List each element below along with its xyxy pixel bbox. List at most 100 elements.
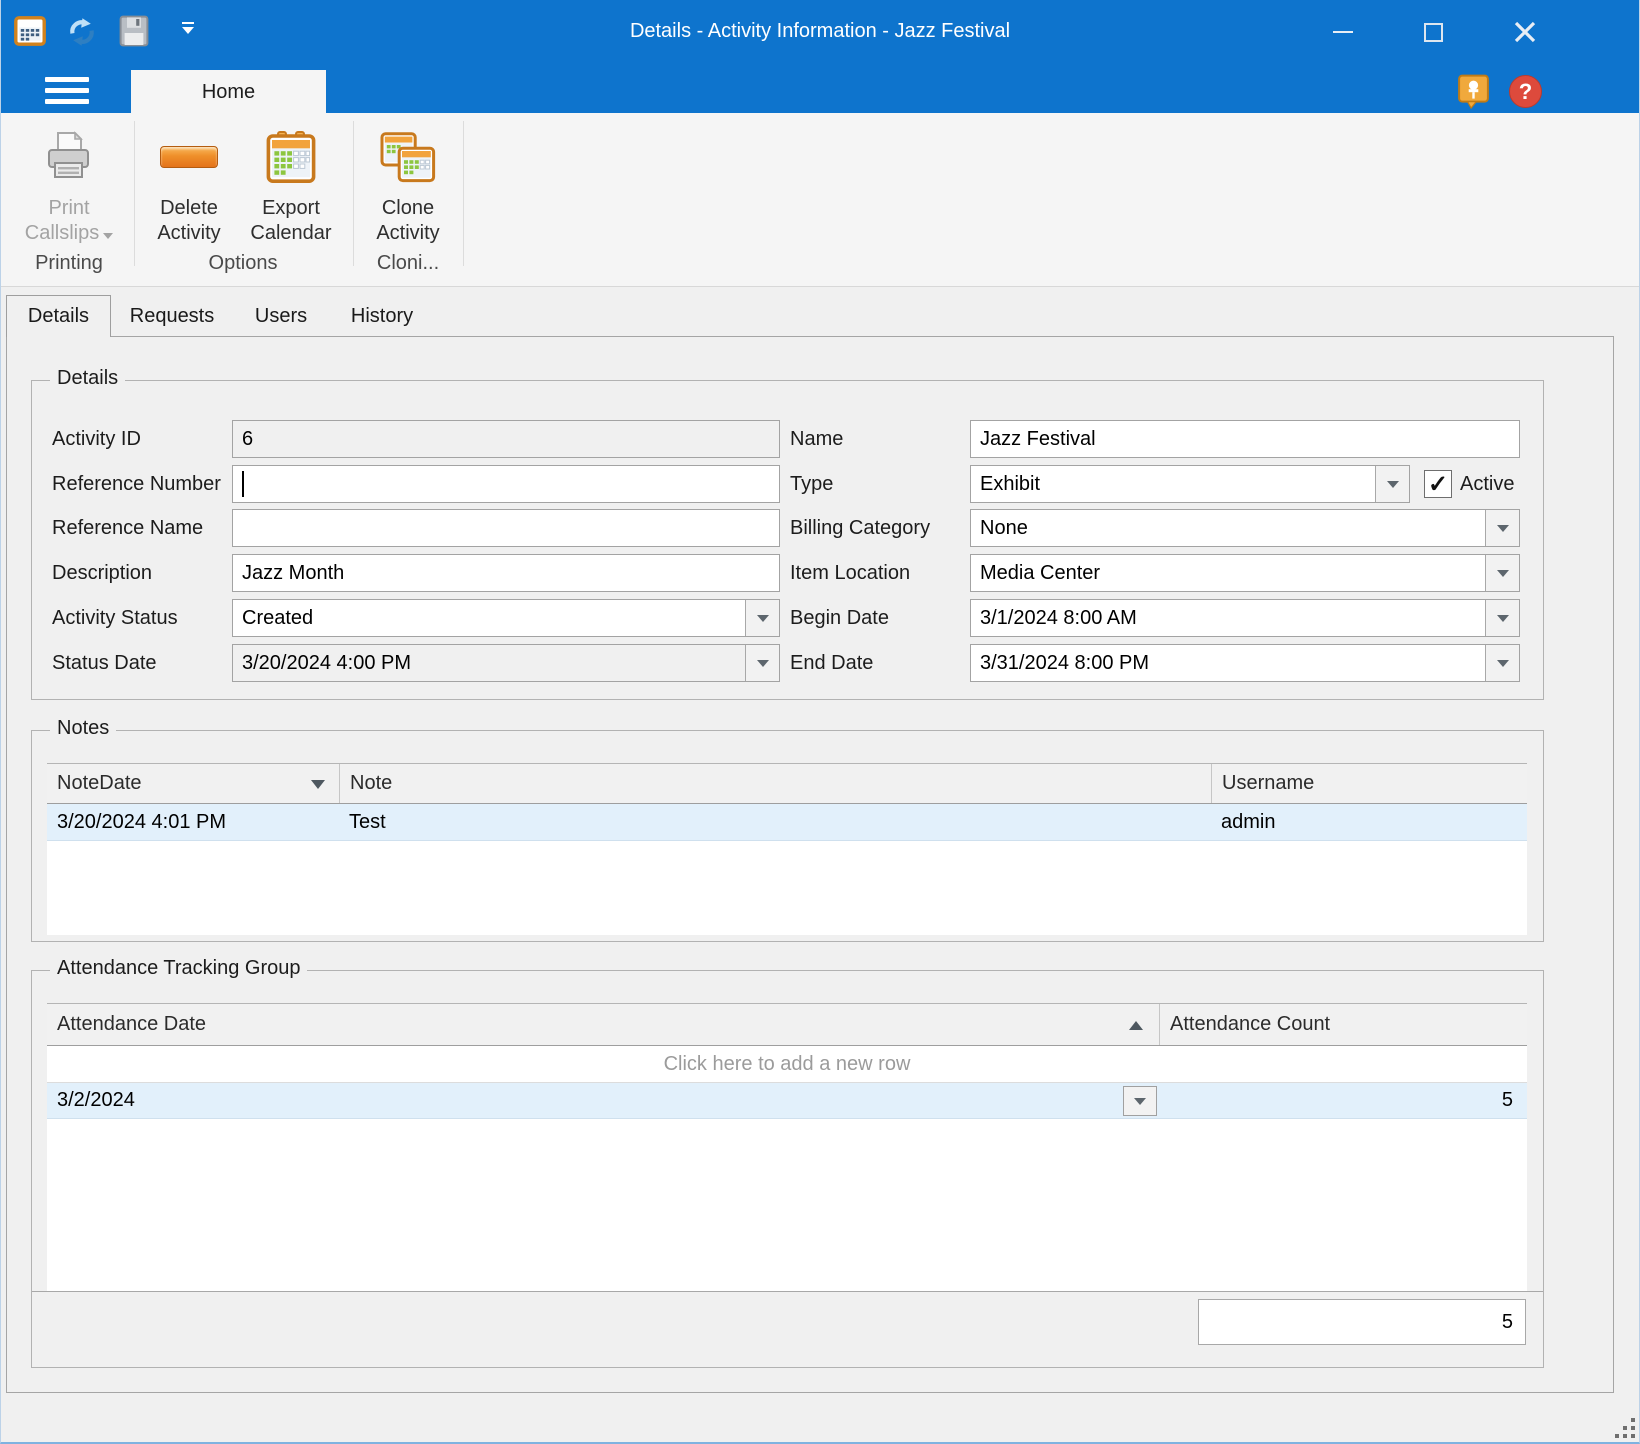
type-combo-dropdown-button[interactable] xyxy=(1375,466,1409,502)
attendance-cell-count[interactable]: 5 xyxy=(1159,1083,1527,1118)
chevron-down-icon xyxy=(1387,481,1399,488)
ribbon-group-cloning: Cloni... xyxy=(365,249,451,277)
help-button[interactable]: ? xyxy=(1509,75,1542,108)
clone-activity-label-line2: Activity xyxy=(365,221,451,246)
tab-users[interactable]: Users xyxy=(231,295,331,337)
billing-category-label: Billing Category xyxy=(790,509,965,547)
billing-category-combo[interactable]: None xyxy=(970,509,1520,547)
details-groupbox: Details Activity ID 6 Name Jazz Festival… xyxy=(31,380,1544,700)
chevron-down-icon xyxy=(757,660,769,667)
reference-name-field[interactable] xyxy=(232,509,780,547)
activity-status-dropdown-button[interactable] xyxy=(745,600,779,636)
print-callslips-label-line1: Print xyxy=(15,196,123,221)
chevron-down-icon xyxy=(1497,660,1509,667)
grid-footer-divider xyxy=(32,1291,1543,1292)
notes-column-username[interactable]: Username xyxy=(1211,764,1527,803)
tab-details[interactable]: Details xyxy=(6,295,111,337)
qat-customize-chevron-icon[interactable] xyxy=(182,22,194,34)
begin-date-dropdown-button[interactable] xyxy=(1485,600,1519,636)
clone-activity-label-line1: Clone xyxy=(365,196,451,221)
maximize-button[interactable] xyxy=(1403,10,1463,54)
attendance-grid: Attendance Date Attendance Count Click h… xyxy=(47,1003,1527,1291)
attendance-row[interactable]: 3/2/2024 5 xyxy=(47,1083,1527,1119)
dropdown-arrow-icon xyxy=(103,233,113,239)
notes-groupbox-legend: Notes xyxy=(50,717,116,740)
undo-redo-icon[interactable] xyxy=(64,15,100,54)
pin-icon[interactable] xyxy=(1457,74,1490,115)
notes-grid-header: NoteDate Note Username xyxy=(47,764,1527,804)
chevron-down-icon xyxy=(1497,525,1509,532)
chevron-down-icon xyxy=(1497,570,1509,577)
description-label: Description xyxy=(52,554,232,592)
ribbon-group-options: Options xyxy=(147,249,339,277)
notes-row[interactable]: 3/20/2024 4:01 PM Test admin xyxy=(47,804,1527,841)
description-field[interactable]: Jazz Month xyxy=(232,554,780,592)
tab-requests[interactable]: Requests xyxy=(113,295,231,337)
notes-column-note[interactable]: Note xyxy=(339,764,1211,803)
status-date-dropdown-button[interactable] xyxy=(745,645,779,681)
ribbon-separator xyxy=(463,121,464,266)
notes-column-notedate[interactable]: NoteDate xyxy=(47,764,339,803)
end-date-picker[interactable]: 3/31/2024 8:00 PM xyxy=(970,644,1520,682)
resize-grip[interactable] xyxy=(1607,1412,1635,1438)
attendance-summary-total: 5 xyxy=(1198,1299,1526,1345)
attendance-date-dropdown-button[interactable] xyxy=(1123,1086,1157,1116)
item-location-dropdown-button[interactable] xyxy=(1485,555,1519,591)
activity-status-combo[interactable]: Created xyxy=(232,599,780,637)
begin-date-picker[interactable]: 3/1/2024 8:00 AM xyxy=(970,599,1520,637)
end-date-label: End Date xyxy=(790,644,965,682)
export-calendar-label-line2: Calendar xyxy=(243,221,339,246)
sort-desc-icon xyxy=(311,780,325,789)
printer-icon xyxy=(15,118,123,196)
ribbon: Print Callslips Printing Delete Activity xyxy=(1,113,1639,287)
export-calendar-icon xyxy=(243,118,339,196)
active-label: Active xyxy=(1460,465,1550,503)
close-icon xyxy=(1514,21,1536,43)
active-checkbox[interactable]: ✓ xyxy=(1424,470,1452,498)
type-label: Type xyxy=(790,465,965,503)
delete-activity-label-line2: Activity xyxy=(147,221,231,246)
save-icon[interactable] xyxy=(119,15,149,52)
reference-number-field[interactable] xyxy=(232,465,780,503)
notes-cell-username[interactable]: admin xyxy=(1211,804,1527,840)
chevron-down-icon xyxy=(1134,1098,1146,1105)
app-window: Details - Activity Information - Jazz Fe… xyxy=(0,0,1640,1444)
ribbon-tab-home[interactable]: Home xyxy=(131,70,326,113)
name-field[interactable]: Jazz Festival xyxy=(970,420,1520,458)
name-label: Name xyxy=(790,420,965,458)
reference-name-label: Reference Name xyxy=(52,509,232,547)
attendance-column-count[interactable]: Attendance Count xyxy=(1159,1004,1527,1045)
chevron-down-icon xyxy=(757,615,769,622)
ribbon-menu-button[interactable] xyxy=(45,77,89,104)
status-date-picker: 3/20/2024 4:00 PM xyxy=(232,644,780,682)
attendance-column-date[interactable]: Attendance Date xyxy=(47,1004,1159,1045)
print-callslips-label-line2: Callslips xyxy=(25,222,99,244)
window-title: Details - Activity Information - Jazz Fe… xyxy=(1,0,1639,62)
app-calendar-icon[interactable] xyxy=(14,15,46,52)
item-location-combo[interactable]: Media Center xyxy=(970,554,1520,592)
end-date-dropdown-button[interactable] xyxy=(1485,645,1519,681)
ribbon-separator xyxy=(134,121,135,266)
notes-cell-note[interactable]: Test xyxy=(339,804,1211,840)
attendance-cell-date[interactable]: 3/2/2024 xyxy=(47,1083,1159,1118)
attendance-groupbox: Attendance Tracking Group Attendance Dat… xyxy=(31,970,1544,1368)
notes-grid: NoteDate Note Username 3/20/2024 4:01 PM… xyxy=(47,763,1527,935)
text-cursor xyxy=(242,471,244,497)
attendance-new-row[interactable]: Click here to add a new row xyxy=(47,1046,1527,1083)
chevron-down-icon xyxy=(1497,615,1509,622)
tab-history[interactable]: History xyxy=(331,295,433,337)
attendance-groupbox-legend: Attendance Tracking Group xyxy=(50,957,307,980)
minimize-button[interactable] xyxy=(1313,10,1373,54)
title-bar: Details - Activity Information - Jazz Fe… xyxy=(1,0,1639,113)
type-combo[interactable]: Exhibit xyxy=(970,465,1410,503)
notes-cell-notedate[interactable]: 3/20/2024 4:01 PM xyxy=(47,804,339,840)
begin-date-label: Begin Date xyxy=(790,599,965,637)
delete-activity-label-line1: Delete xyxy=(147,196,231,221)
sort-asc-icon xyxy=(1129,1021,1143,1030)
reference-number-label: Reference Number xyxy=(52,465,232,503)
minimize-icon xyxy=(1333,31,1353,33)
delete-activity-icon xyxy=(147,118,231,196)
close-button[interactable] xyxy=(1495,10,1555,54)
billing-category-dropdown-button[interactable] xyxy=(1485,510,1519,546)
maximize-icon xyxy=(1424,23,1443,42)
